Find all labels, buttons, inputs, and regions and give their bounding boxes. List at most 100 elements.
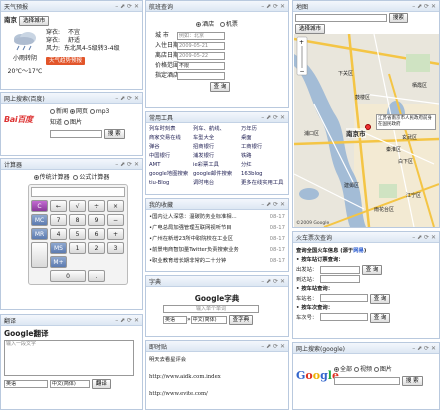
panel-controls[interactable]: – ⬈ ⟳ ✕ xyxy=(115,95,139,102)
radio-image[interactable] xyxy=(373,367,379,372)
tool-link[interactable]: 163blog xyxy=(241,170,287,178)
from-station-input[interactable] xyxy=(320,265,360,274)
panel-controls[interactable]: – ⬈ ⟳ ✕ xyxy=(261,3,285,10)
calc-key[interactable]: − xyxy=(107,214,124,226)
tool-link[interactable]: 工商银行 xyxy=(241,143,287,151)
source-language-select[interactable]: 英语 xyxy=(4,379,48,388)
tool-link[interactable]: 分红 xyxy=(241,161,287,169)
radio-flight[interactable] xyxy=(219,22,225,27)
station-name-input[interactable] xyxy=(320,294,368,302)
calc-key[interactable]: 4 xyxy=(50,228,67,240)
tool-link[interactable]: 商家交易在线 xyxy=(149,134,193,142)
tool-link[interactable]: google邮件搜索 xyxy=(193,170,241,178)
translate-button[interactable]: 翻译 xyxy=(91,379,111,389)
panel-controls[interactable]: – ⬈ ⟳ ✕ xyxy=(115,3,139,10)
calc-key[interactable]: √ xyxy=(69,200,86,212)
panel-controls[interactable]: – ⬈ ⟳ ✕ xyxy=(261,278,285,285)
forecast-link[interactable]: 天气趋势预报 xyxy=(46,57,86,65)
station-query-button[interactable]: 查 询 xyxy=(361,265,383,275)
calc-key[interactable]: 1 xyxy=(69,242,86,254)
calc-key[interactable]: + xyxy=(107,228,124,240)
tool-link[interactable]: 浦发银行 xyxy=(193,152,241,160)
baidu-search-input[interactable] xyxy=(50,129,102,138)
radio-all[interactable] xyxy=(334,367,339,372)
tool-link[interactable]: AMT xyxy=(149,161,193,169)
train-number-query-button[interactable]: 查 询 xyxy=(369,312,391,323)
tool-link[interactable]: 车型大全 xyxy=(193,134,241,142)
calc-key[interactable] xyxy=(31,242,48,268)
radio-mp3[interactable] xyxy=(89,109,95,114)
dict-source-select[interactable]: 英语 xyxy=(163,315,187,324)
calc-key[interactable]: 0 xyxy=(50,270,86,282)
calc-key[interactable]: . xyxy=(88,270,105,282)
calc-key[interactable]: ← xyxy=(50,200,67,212)
calc-key[interactable]: 6 xyxy=(88,228,105,240)
dictionary-input[interactable]: 输入单个单词 xyxy=(163,305,259,313)
radio-video[interactable] xyxy=(353,367,359,372)
tool-link[interactable]: 调时电台 xyxy=(193,179,241,187)
map-search-input[interactable] xyxy=(295,13,387,22)
tool-link[interactable]: 列车、航线、 xyxy=(193,125,241,133)
tool-link[interactable]: google地图搜索 xyxy=(149,170,193,178)
favorite-title[interactable]: 广电总局加强管理互联网视听节目 xyxy=(152,223,269,234)
panel-controls[interactable]: – ⬈ ⟳ ✕ xyxy=(115,161,139,168)
panel-controls[interactable]: – ⬈ ⟳ ✕ xyxy=(412,3,436,10)
panel-controls[interactable]: – ⬈ ⟳ ✕ xyxy=(261,201,285,208)
calc-key[interactable]: 5 xyxy=(69,228,86,240)
google-search-input[interactable] xyxy=(334,376,400,385)
to-station-input[interactable] xyxy=(320,275,360,283)
panel-controls[interactable]: – ⬈ ⟳ ✕ xyxy=(261,114,285,121)
calc-key[interactable]: 8 xyxy=(69,214,86,226)
panel-controls[interactable]: – ⬈ ⟳ ✕ xyxy=(261,343,285,350)
city-input[interactable]: 例如：北京 xyxy=(177,31,225,40)
list-item[interactable]: • 职业教育增长期非常的二十分钟 08-17 xyxy=(149,256,285,267)
calc-key[interactable]: M+ xyxy=(50,256,67,268)
baidu-search-button[interactable]: 搜 索 xyxy=(103,129,125,139)
netease-link[interactable]: 网易 xyxy=(353,248,364,254)
google-search-button[interactable]: 搜 索 xyxy=(401,376,423,386)
tool-link[interactable]: 铁路 xyxy=(241,152,287,160)
query-button[interactable]: 查 询 xyxy=(209,82,231,92)
calc-key[interactable]: MS xyxy=(50,242,67,254)
map-canvas[interactable]: + − 江苏省南京市人民政府前身在国民政府 南京市 鼓楼区 玄武区 白下区 雨花台… xyxy=(294,34,439,227)
translate-input[interactable]: 输入一段文字 xyxy=(4,340,134,376)
tool-link[interactable]: 万年历 xyxy=(241,125,287,133)
tool-link[interactable]: 弹谷 xyxy=(149,143,193,151)
lookup-button[interactable]: 查字典 xyxy=(228,315,254,325)
target-language-select[interactable]: 中文(简体) xyxy=(49,379,90,388)
list-item[interactable]: • 广电总局加强管理互联网视听节目 08-17 xyxy=(149,223,285,234)
calc-key[interactable]: C xyxy=(31,200,48,212)
favorite-title[interactable]: 国内让人深思：温碳防务业标准相... xyxy=(152,212,269,223)
tool-link[interactable]: 招商银行 xyxy=(193,143,241,151)
tool-link[interactable]: 中国银行 xyxy=(149,152,193,160)
map-select-city-button[interactable]: 选择城市 xyxy=(295,24,326,34)
calc-key[interactable]: 7 xyxy=(50,214,67,226)
radio-news[interactable] xyxy=(50,109,55,114)
calc-key[interactable]: × xyxy=(107,200,124,212)
list-item[interactable]: • 国内让人深思：温碳防务业标准相... 08-17 xyxy=(149,212,285,223)
map-search-button[interactable]: 搜索 xyxy=(388,13,408,23)
checkin-date-input[interactable]: 2009-05-21 xyxy=(177,41,225,50)
station-name-query-button[interactable]: 查 询 xyxy=(369,293,391,304)
calc-key[interactable]: MR xyxy=(31,228,48,240)
radio-hotel[interactable] xyxy=(196,22,202,27)
list-item[interactable]: • 广州在新增23所中职院校在工业区 08-17 xyxy=(149,234,285,245)
radio-classic-calculator[interactable] xyxy=(33,175,39,180)
tool-link[interactable]: 列车时刻表 xyxy=(149,125,193,133)
tool-link[interactable]: 桌面 xyxy=(241,134,287,142)
calc-key[interactable]: MC xyxy=(31,214,48,226)
favorite-title[interactable]: 职业教育增长期非常的二十分钟 xyxy=(152,256,269,267)
panel-controls[interactable]: – ⬈ ⟳ ✕ xyxy=(412,345,436,352)
sticky-note[interactable]: 明天去看星评会 http://www.aidk.com.index http:/… xyxy=(146,352,288,399)
radio-images[interactable] xyxy=(63,120,69,125)
calc-key[interactable]: 2 xyxy=(88,242,105,254)
tool-link[interactable]: 更多在线实用工具 xyxy=(241,179,287,187)
panel-controls[interactable]: – ⬈ ⟳ ✕ xyxy=(412,234,436,241)
radio-formula-calculator[interactable] xyxy=(73,175,79,180)
calc-key[interactable]: 3 xyxy=(107,242,124,254)
dict-target-select[interactable]: 中文(简体) xyxy=(190,315,227,324)
calc-key[interactable]: ÷ xyxy=(88,200,105,212)
hotel-name-input[interactable] xyxy=(177,71,225,80)
price-range-select[interactable]: 不限 xyxy=(177,61,225,70)
favorite-title[interactable]: 广州在新增23所中职院校在工业区 xyxy=(152,234,269,245)
